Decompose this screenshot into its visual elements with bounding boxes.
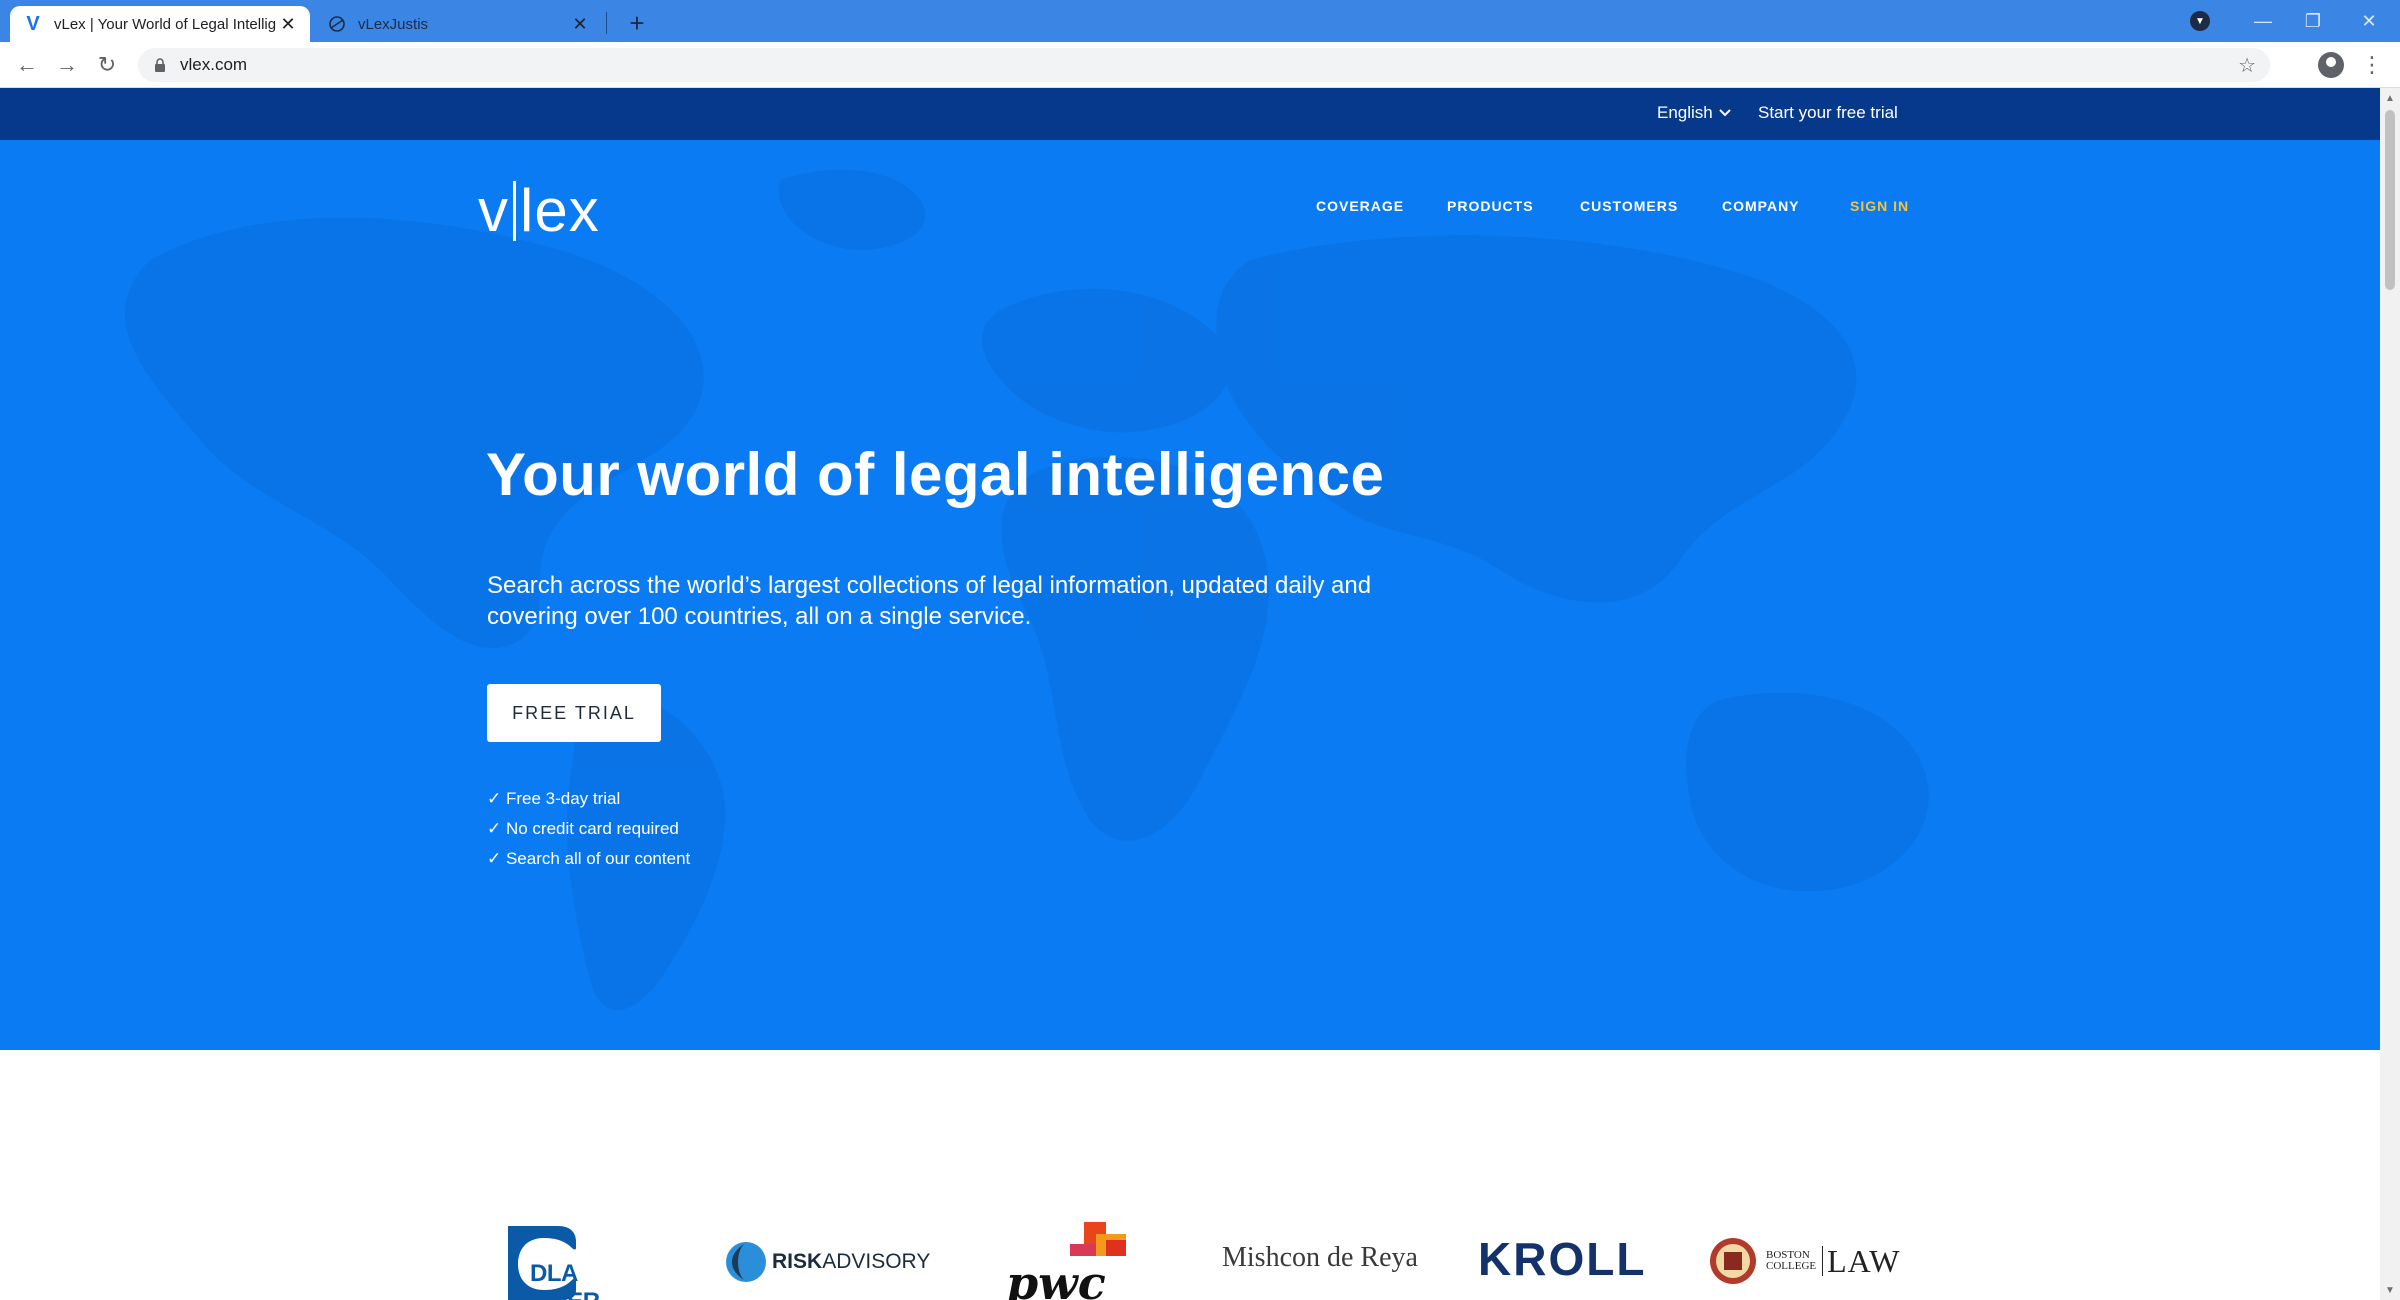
back-arrow-icon[interactable]: ← [12, 50, 42, 80]
logo-text-lex: lex [520, 177, 600, 244]
tab-divider [606, 12, 607, 34]
close-tab-icon[interactable]: ✕ [278, 14, 298, 34]
scroll-up-arrow-icon[interactable]: ▲ [2384, 92, 2396, 104]
nav-sign-in[interactable]: SIGN IN [1850, 198, 1909, 214]
browser-tab-strip: V vLex | Your World of Legal Intellig ✕ … [0, 0, 2400, 42]
profile-avatar-icon[interactable] [2318, 52, 2344, 78]
tab-title: vLex | Your World of Legal Intellig [54, 15, 277, 33]
close-tab-icon[interactable]: ✕ [570, 14, 590, 34]
new-tab-button[interactable]: + [622, 8, 652, 38]
nav-customers[interactable]: CUSTOMERS [1580, 198, 1678, 214]
vlex-favicon-icon: V [26, 12, 40, 35]
tab-vlexjustis[interactable]: vLexJustis ✕ [314, 6, 602, 42]
law-divider [1822, 1246, 1824, 1276]
close-window-button[interactable]: ✕ [2346, 0, 2392, 42]
hero-section: v lex COVERAGE PRODUCTS CUSTOMERS COMPAN… [0, 140, 2380, 1050]
risk-text: RISK [772, 1250, 823, 1273]
boston-college-small-text: BOSTON COLLEGE [1766, 1250, 1816, 1272]
page-scrollbar[interactable]: ▲ ▼ [2380, 88, 2400, 1300]
pwc-logo: pwc [1006, 1220, 1136, 1300]
benefit-item: ✓ No credit card required [487, 819, 679, 838]
address-bar[interactable]: vlex.com ☆ [138, 48, 2270, 82]
utility-bar: English Start your free trial [0, 88, 2380, 140]
tab-vlex[interactable]: V vLex | Your World of Legal Intellig ✕ [10, 6, 310, 42]
dla-piper-logo: DLA PIPER [504, 1220, 644, 1300]
kroll-text: KROLL [1478, 1233, 1647, 1285]
hero-subtitle: Search across the world’s largest collec… [487, 572, 1372, 630]
risk-advisory-mark-icon [726, 1242, 766, 1282]
restore-button[interactable]: ❐ [2290, 0, 2336, 42]
advisory-text: ADVISORY [822, 1250, 931, 1273]
benefit-item: ✓ Search all of our content [487, 849, 691, 868]
language-label: English [1657, 103, 1713, 122]
mishcon-text: Mishcon de Reya [1222, 1242, 1418, 1273]
vlexjustis-favicon-icon [326, 13, 348, 35]
url-text: vlex.com [180, 55, 248, 74]
nav-coverage[interactable]: COVERAGE [1316, 198, 1404, 214]
browser-toolbar: ← → ↻ vlex.com ☆ ⋮ [0, 42, 2400, 88]
trial-benefits-list: ✓ Free 3-day trial ✓ No credit card requ… [487, 784, 690, 874]
logo-divider [513, 180, 516, 241]
vlex-logo[interactable]: v lex [478, 176, 600, 245]
logo-text-v: v [478, 177, 509, 244]
hero-title: Your world of legal intelligence [486, 441, 1385, 508]
nav-products[interactable]: PRODUCTS [1447, 198, 1534, 214]
client-logos-strip: DLA PIPER RISK ADVISORY pwc Mishcon de R… [0, 1050, 2380, 1300]
lock-icon [152, 57, 168, 73]
free-trial-button[interactable]: FREE TRIAL [487, 684, 661, 742]
nav-company[interactable]: COMPANY [1722, 198, 1800, 214]
tab-search-icon[interactable]: ▼ [2190, 11, 2210, 31]
college-text: COLLEGE [1766, 1260, 1817, 1272]
reload-icon[interactable]: ↻ [92, 50, 122, 80]
page-viewport: English Start your free trial v lex COVE… [0, 88, 2380, 1300]
dla-piper-text: DLA PIPER [530, 1260, 600, 1300]
browser-menu-icon[interactable]: ⋮ [2361, 50, 2383, 80]
tab-title: vLexJustis [358, 15, 429, 33]
scroll-down-arrow-icon[interactable]: ▼ [2384, 1284, 2396, 1296]
boston-college-law-logo: BOSTON COLLEGE LAW [1708, 1236, 1900, 1286]
mishcon-de-reya-logo: Mishcon de Reya [1222, 1242, 1418, 1274]
bookmark-star-icon[interactable]: ☆ [2238, 53, 2256, 78]
start-free-trial-link[interactable]: Start your free trial [1758, 103, 1898, 123]
forward-arrow-icon[interactable]: → [52, 50, 82, 80]
risk-advisory-logo: RISK ADVISORY [724, 1240, 930, 1284]
law-text: LAW [1827, 1242, 1901, 1279]
pwc-text: pwc [1006, 1256, 1106, 1300]
language-selector[interactable]: English [1657, 103, 1731, 123]
boston-college-seal-icon [1710, 1238, 1756, 1284]
kroll-logo: KROLL [1478, 1232, 1646, 1286]
minimize-button[interactable]: — [2240, 0, 2286, 42]
benefit-item: ✓ Free 3-day trial [487, 789, 621, 808]
scrollbar-thumb[interactable] [2385, 110, 2395, 290]
chevron-down-icon [1719, 106, 1731, 120]
